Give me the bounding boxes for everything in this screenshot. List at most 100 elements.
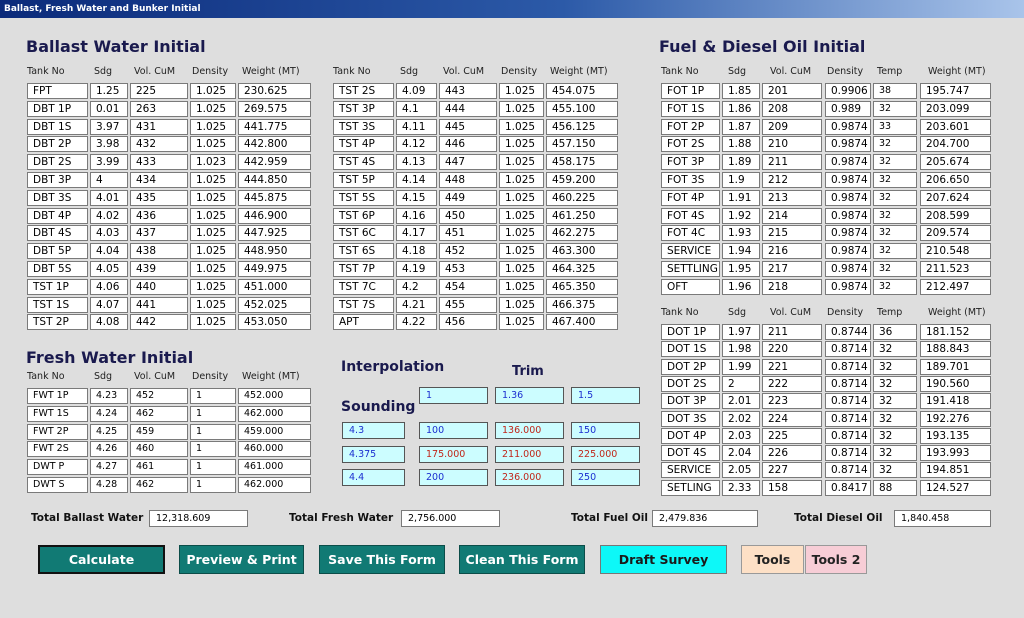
- fresh-r2-c2[interactable]: 4.24: [90, 405, 128, 422]
- fo-r6-c2[interactable]: 1.9: [722, 172, 760, 188]
- interp-cell-r3c1[interactable]: 200: [419, 469, 488, 486]
- ballast-left-r5-c2[interactable]: 3.99: [90, 154, 128, 171]
- fresh-r1-c2[interactable]: 4.23: [90, 388, 128, 404]
- fresh-r5-c2[interactable]: 4.27: [90, 459, 128, 476]
- ballast-right-r13-c3: 455: [439, 296, 497, 313]
- do-r8-c2[interactable]: 2.04: [722, 445, 760, 462]
- ballast-left-r11-c5: 449.975: [238, 261, 311, 277]
- ballast-left-header-3: Density: [192, 66, 229, 77]
- fo-r5-c1: FOT 3P: [661, 154, 720, 171]
- ballast-left-r12-c4: 1.025: [190, 278, 236, 295]
- ballast-left-r12-c2[interactable]: 4.06: [90, 278, 128, 295]
- do-r6-c3: 224: [762, 410, 822, 427]
- tools2-button[interactable]: Tools 2: [805, 545, 867, 574]
- fo-r3-c1: FOT 2P: [661, 118, 720, 135]
- fo-r10-c2[interactable]: 1.94: [722, 243, 760, 260]
- ballast-left-r14-c3: 442: [130, 314, 188, 331]
- ballast-left-r4-c2[interactable]: 3.98: [90, 136, 128, 153]
- fo-r7-c2[interactable]: 1.91: [722, 189, 760, 206]
- trim-actual-input[interactable]: 1.36: [495, 387, 564, 404]
- interp-cell-r3c3[interactable]: 250: [571, 469, 640, 486]
- do-r6-c2[interactable]: 2.02: [722, 410, 760, 427]
- fo-r4-c2[interactable]: 1.88: [722, 136, 760, 153]
- ballast-right-r1-c2[interactable]: 4.09: [396, 83, 437, 99]
- ballast-left-r14-c2[interactable]: 4.08: [90, 314, 128, 331]
- draft-survey-button[interactable]: Draft Survey: [600, 545, 727, 574]
- ballast-right-r5-c2[interactable]: 4.13: [396, 154, 437, 171]
- ballast-left-r11-c2[interactable]: 4.05: [90, 261, 128, 277]
- ballast-left-r8-c2[interactable]: 4.02: [90, 207, 128, 224]
- sounding-actual-input[interactable]: 4.375: [342, 446, 405, 463]
- ballast-right-r10-c2[interactable]: 4.18: [396, 243, 437, 260]
- ballast-right-r3-c2[interactable]: 4.11: [396, 118, 437, 135]
- fo-r1-c3: 201: [762, 83, 822, 99]
- fo-r1-c6: 195.747: [920, 83, 991, 99]
- ballast-right-r8-c2[interactable]: 4.16: [396, 207, 437, 224]
- do-r4-c2[interactable]: 2: [722, 375, 760, 392]
- ballast-left-r9-c2[interactable]: 4.03: [90, 225, 128, 242]
- ballast-right-r4-c1: TST 4P: [333, 136, 394, 153]
- fo-r11-c6: 211.523: [920, 261, 991, 277]
- total-diesel-label: Total Diesel Oil: [794, 512, 883, 524]
- ballast-left-r7-c3: 435: [130, 189, 188, 206]
- fo-r2-c2[interactable]: 1.86: [722, 100, 760, 117]
- fo-r11-c2[interactable]: 1.95: [722, 261, 760, 277]
- fo-r9-c1: FOT 4C: [661, 225, 720, 242]
- sounding-upper-input[interactable]: 4.4: [342, 469, 405, 486]
- clean-form-button[interactable]: Clean This Form: [459, 545, 585, 574]
- ballast-left-r10-c2[interactable]: 4.04: [90, 243, 128, 260]
- ballast-left-r1-c2[interactable]: 1.25: [90, 83, 128, 99]
- ballast-right-r4-c2[interactable]: 4.12: [396, 136, 437, 153]
- fresh-r3-c2[interactable]: 4.25: [90, 423, 128, 440]
- fresh-r4-c2[interactable]: 4.26: [90, 441, 128, 458]
- fo-r12-c2[interactable]: 1.96: [722, 278, 760, 295]
- fo-r1-c2[interactable]: 1.85: [722, 83, 760, 99]
- do-r10-c2[interactable]: 2.33: [722, 479, 760, 496]
- ballast-left-r3-c2[interactable]: 3.97: [90, 118, 128, 135]
- preview-print-button[interactable]: Preview & Print: [179, 545, 304, 574]
- ballast-right-r11-c2[interactable]: 4.19: [396, 261, 437, 277]
- ballast-left-r6-c2[interactable]: 4: [90, 172, 128, 188]
- fo-r8-c2[interactable]: 1.92: [722, 207, 760, 224]
- fresh-r4-c5: 460.000: [238, 441, 311, 458]
- do-r1-c2[interactable]: 1.97: [722, 324, 760, 340]
- ballast-right-r3-c4: 1.025: [499, 118, 544, 135]
- fo-r8-c1: FOT 4S: [661, 207, 720, 224]
- tools-button[interactable]: Tools: [741, 545, 804, 574]
- ballast-right-r6-c2[interactable]: 4.14: [396, 172, 437, 188]
- ballast-right-r13-c2[interactable]: 4.21: [396, 296, 437, 313]
- ballast-left-r2-c2[interactable]: 0.01: [90, 100, 128, 117]
- trim-upper-input[interactable]: 1.5: [571, 387, 640, 404]
- ballast-right-r2-c2[interactable]: 4.1: [396, 100, 437, 117]
- do-r5-c6: 191.418: [920, 393, 991, 410]
- interp-cell-r1c3[interactable]: 150: [571, 422, 640, 439]
- ballast-right-r7-c2[interactable]: 4.15: [396, 189, 437, 206]
- ballast-right-r14-c2[interactable]: 4.22: [396, 314, 437, 331]
- fo-header-0: Tank No: [661, 66, 699, 77]
- sounding-label: Sounding: [341, 399, 416, 415]
- ballast-right-r12-c2[interactable]: 4.2: [396, 278, 437, 295]
- do-r9-c2[interactable]: 2.05: [722, 462, 760, 479]
- ballast-right-r12-c5: 465.350: [546, 278, 618, 295]
- ballast-right-r12-c1: TST 7C: [333, 278, 394, 295]
- do-r3-c2[interactable]: 1.99: [722, 358, 760, 375]
- do-r2-c2[interactable]: 1.98: [722, 341, 760, 358]
- ballast-left-r7-c2[interactable]: 4.01: [90, 189, 128, 206]
- fo-r3-c2[interactable]: 1.87: [722, 118, 760, 135]
- do-r7-c2[interactable]: 2.03: [722, 427, 760, 444]
- fo-r11-c1: SETTLING: [661, 261, 720, 277]
- ballast-right-r6-c1: TST 5P: [333, 172, 394, 188]
- sounding-lower-input[interactable]: 4.3: [342, 422, 405, 439]
- trim-lower-input[interactable]: 1: [419, 387, 488, 404]
- fresh-r6-c2[interactable]: 4.28: [90, 477, 128, 493]
- save-form-button[interactable]: Save This Form: [319, 545, 445, 574]
- fo-r9-c2[interactable]: 1.93: [722, 225, 760, 242]
- fo-r5-c2[interactable]: 1.89: [722, 154, 760, 171]
- calculate-button[interactable]: Calculate: [38, 545, 165, 574]
- ballast-right-r12-c3: 454: [439, 278, 497, 295]
- ballast-left-r13-c2[interactable]: 4.07: [90, 296, 128, 313]
- interp-cell-r1c1[interactable]: 100: [419, 422, 488, 439]
- ballast-right-r3-c5: 456.125: [546, 118, 618, 135]
- do-r5-c2[interactable]: 2.01: [722, 393, 760, 410]
- ballast-right-r9-c2[interactable]: 4.17: [396, 225, 437, 242]
